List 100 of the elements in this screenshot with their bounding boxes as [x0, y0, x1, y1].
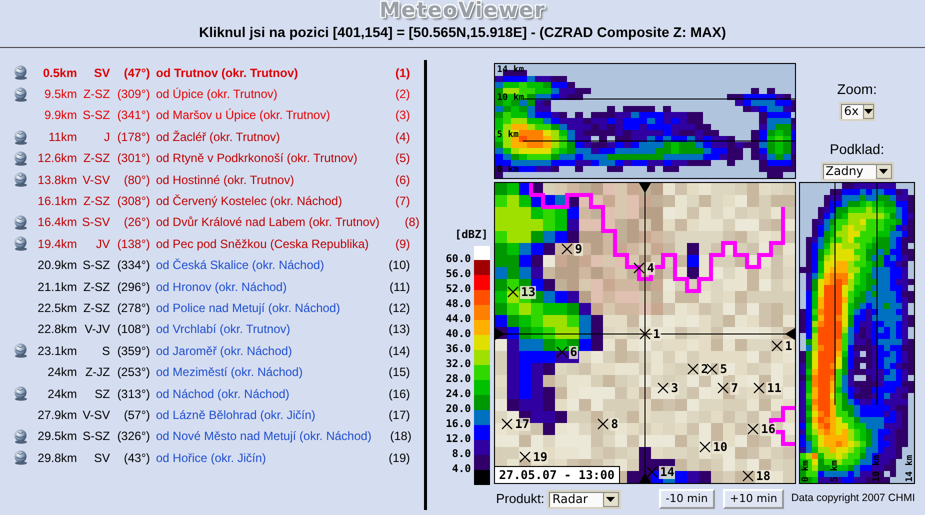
place-link[interactable]: od Hostinné (okr. Trutnov): [150, 172, 370, 187]
field-label: Podklad:: [830, 142, 884, 157]
globe-icon[interactable]: [13, 343, 29, 358]
angle-text: (80°): [122, 172, 150, 187]
distance-text: 11km: [48, 130, 77, 144]
globe-icon[interactable]: [13, 86, 29, 102]
marker-label: 4: [646, 262, 656, 274]
place-link[interactable]: od Žacléř (okr. Trutnov): [150, 130, 370, 144]
marker-label: 7: [730, 382, 740, 394]
legend-value: 36.0: [446, 343, 471, 356]
globe-icon[interactable]: [13, 386, 29, 402]
place-link[interactable]: od Rtyně v Podkrkonoší (okr. Trutnov): [150, 151, 370, 166]
cross-icon[interactable]: [717, 382, 729, 394]
place-link[interactable]: od Pec pod Sněžkou (Ceska Republika): [150, 236, 370, 251]
place-number: (15): [388, 365, 410, 380]
place-link[interactable]: od Meziměstí (okr. Náchod): [150, 365, 370, 380]
cross-icon[interactable]: [706, 363, 718, 375]
time-step-button[interactable]: -10 min: [658, 489, 715, 509]
place-link[interactable]: od Police nad Metují (okr. Náchod): [150, 300, 370, 315]
cross-icon[interactable]: [771, 340, 783, 352]
time-step-button[interactable]: +10 min: [722, 489, 784, 509]
cross-icon[interactable]: [747, 423, 759, 435]
globe-icon[interactable]: [13, 215, 29, 230]
cross-icon[interactable]: [519, 451, 531, 463]
globe-icon[interactable]: [13, 65, 29, 80]
place-link[interactable]: od Dvůr Králové nad Labem (okr. Trutnov): [150, 215, 380, 230]
marker-label: 8: [610, 418, 620, 430]
distance-text: 19.4km: [36, 236, 77, 251]
angle-text: (341°): [116, 108, 150, 122]
legend-value: 32.0: [446, 358, 471, 371]
angle-text: (334°): [116, 258, 150, 272]
angle-text: (309°): [116, 87, 150, 102]
angle-text: (359°): [116, 344, 150, 358]
globe-icon[interactable]: [13, 172, 29, 188]
place-number: (3): [394, 108, 410, 122]
marker-label: 13: [520, 286, 536, 298]
cross-icon[interactable]: [687, 363, 699, 375]
altitude-label: 10 km: [497, 93, 524, 103]
globe-icon[interactable]: [13, 429, 29, 444]
background-dropdown[interactable]: Zadny: [820, 162, 894, 180]
marker-label: 6: [569, 346, 578, 358]
globe-icon[interactable]: [13, 450, 29, 466]
copyright-text: Data copyright 2007 CHMI: [791, 491, 915, 506]
angle-text: (43°): [122, 450, 150, 465]
marker-label: 14: [659, 466, 676, 478]
distance-text: 23.1km: [36, 344, 77, 358]
cross-icon[interactable]: [742, 470, 754, 482]
marker-label: 9: [574, 242, 584, 256]
direction-text: SZ: [94, 386, 110, 401]
legend-value: 60.0: [446, 253, 471, 266]
place-link[interactable]: od Červený Kostelec (okr. Náchod): [150, 194, 370, 208]
cross-icon[interactable]: [753, 382, 765, 394]
cross-icon[interactable]: [501, 418, 513, 430]
legend-unit: [dBZ]: [454, 228, 488, 241]
place-link[interactable]: od Česká Skalice (okr. Náchod): [150, 258, 370, 272]
direction-text: S-SZ: [82, 429, 110, 444]
distance-text: 29.5km: [36, 429, 77, 444]
place-number: (14): [388, 344, 410, 358]
marker-label: 5: [719, 362, 728, 376]
cross-icon[interactable]: [556, 346, 568, 358]
angle-text: (253°): [116, 365, 150, 380]
cross-icon[interactable]: [699, 441, 711, 453]
product-dropdown[interactable]: Radar: [547, 490, 621, 508]
place-link[interactable]: od Úpice (okr. Trutnov): [150, 87, 370, 102]
place-link[interactable]: od Hronov (okr. Náchod): [150, 280, 370, 294]
place-link[interactable]: od Hořice (okr. Jičín): [150, 450, 370, 465]
caret-icon: [606, 496, 616, 502]
place-link[interactable]: od Lázně Bělohrad (okr. Jičín): [150, 408, 370, 422]
place-number: (9): [394, 236, 410, 251]
cross-icon[interactable]: [633, 262, 645, 274]
globe-icon[interactable]: [13, 236, 29, 252]
distance-text: 0.5km: [42, 66, 77, 80]
place-link[interactable]: od Náchod (okr. Náchod): [150, 386, 370, 401]
direction-text: S-SZ: [82, 258, 110, 272]
cross-icon[interactable]: [639, 328, 651, 340]
cross-icon[interactable]: [597, 418, 609, 430]
distance-text: 9.9km: [43, 108, 77, 122]
marker-label: 11: [766, 382, 782, 394]
altitude-label: 5 km: [497, 130, 519, 140]
caret-icon: [864, 108, 873, 114]
altitude-label: 0 km: [801, 460, 811, 482]
cross-icon[interactable]: [561, 243, 573, 255]
place-number: (2): [394, 87, 410, 102]
caret-icon: [879, 168, 888, 174]
globe-icon[interactable]: [13, 150, 29, 166]
zoom-dropdown[interactable]: 6x: [839, 102, 875, 120]
direction-text: V-SV: [82, 172, 110, 187]
globe-icon[interactable]: [13, 130, 29, 145]
place-link[interactable]: od Nové Město nad Metují (okr. Náchod): [150, 429, 372, 444]
distance-text: 24km: [46, 365, 77, 380]
legend-value: 4.0: [452, 463, 471, 476]
place-link[interactable]: od Vrchlabí (okr. Trutnov): [150, 322, 370, 336]
cross-icon[interactable]: [657, 382, 669, 394]
cross-icon[interactable]: [507, 286, 519, 298]
legend-value: 24.0: [446, 388, 471, 401]
place-link[interactable]: od Jaroměř (okr. Náchod): [150, 344, 370, 358]
place-link[interactable]: od Trutnov (okr. Trutnov): [150, 66, 370, 80]
altitude-label: 14 km: [905, 454, 915, 482]
place-link[interactable]: od Maršov u Úpice (okr. Trutnov): [150, 108, 370, 122]
marker-label: 3: [670, 382, 680, 394]
